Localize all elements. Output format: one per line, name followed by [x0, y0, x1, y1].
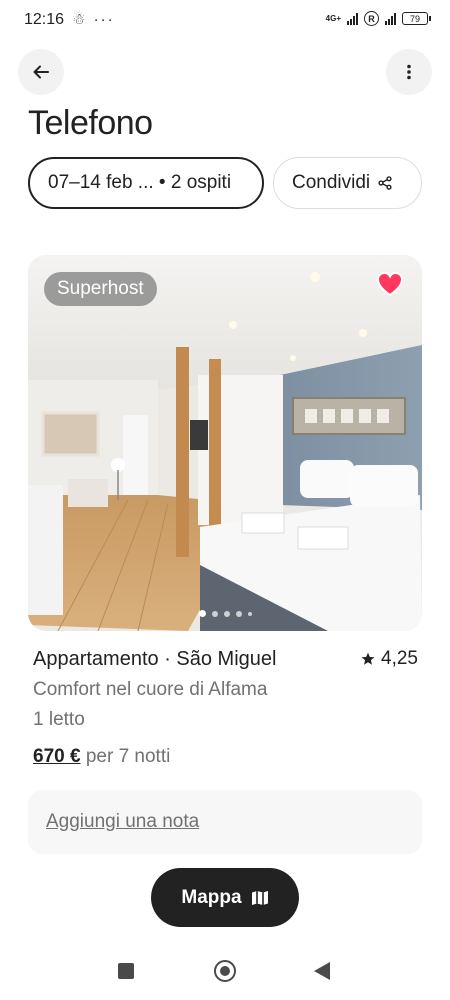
price-row: 670 € per 7 notti — [33, 746, 170, 768]
pagination-dot — [198, 610, 206, 617]
signal-icon-2 — [385, 12, 396, 25]
share-icon — [378, 176, 392, 190]
pagination-dot — [247, 611, 252, 616]
status-time: 12:16 — [24, 11, 65, 28]
listing-rating: 4,25 — [361, 648, 418, 670]
listing-title[interactable]: Appartamento · São Miguel — [33, 648, 276, 671]
add-note-link[interactable]: Aggiungi una nota — [46, 811, 199, 833]
more-options-button[interactable] — [386, 49, 432, 95]
arrow-left-icon — [33, 65, 49, 79]
add-note-box: Aggiungi una nota — [28, 790, 422, 854]
listing-description: Comfort nel cuore di Alfama — [33, 679, 268, 700]
listing-photo[interactable]: Superhost — [28, 255, 422, 631]
superhost-badge: Superhost — [44, 272, 157, 306]
pagination-dot — [211, 610, 218, 617]
map-button[interactable]: Mappa — [151, 868, 299, 927]
map-button-label: Mappa — [181, 886, 242, 908]
home-button[interactable] — [214, 960, 236, 982]
price-period: per 7 notti — [85, 746, 171, 767]
signal-icon — [347, 12, 358, 25]
share-button[interactable]: Condividi — [273, 157, 422, 209]
dates-guests-label: 07–14 feb ... • 2 ospiti — [48, 172, 232, 193]
battery-icon: 79 — [402, 12, 431, 25]
back-button[interactable] — [18, 49, 64, 95]
more-vertical-icon — [407, 64, 411, 80]
status-indicators: 4G+ R 79 — [325, 11, 431, 26]
page-title: Telefono — [28, 104, 153, 142]
heart-icon[interactable] — [376, 271, 404, 297]
roaming-icon: R — [364, 11, 379, 26]
rating-value: 4,25 — [381, 648, 418, 669]
circle-icon — [220, 966, 230, 976]
pagination-dot — [223, 610, 230, 617]
dates-guests-button[interactable]: 07–14 feb ... • 2 ospiti — [28, 157, 264, 209]
status-bar: 12:16 ☃ ··· 4G+ R 79 — [0, 0, 450, 40]
notification-icons: ☃ ··· — [72, 11, 115, 28]
recents-button[interactable] — [118, 963, 134, 979]
share-label: Condividi — [292, 172, 371, 193]
star-icon — [361, 652, 375, 665]
map-icon — [251, 890, 268, 905]
price-amount[interactable]: 670 € — [33, 746, 81, 767]
nav-back-button[interactable] — [314, 962, 330, 980]
pagination-dot — [235, 610, 242, 617]
photo-pagination — [28, 610, 422, 617]
network-type: 4G+ — [325, 13, 341, 23]
bedroom-photo — [28, 255, 422, 631]
listing-beds: 1 letto — [33, 709, 85, 730]
